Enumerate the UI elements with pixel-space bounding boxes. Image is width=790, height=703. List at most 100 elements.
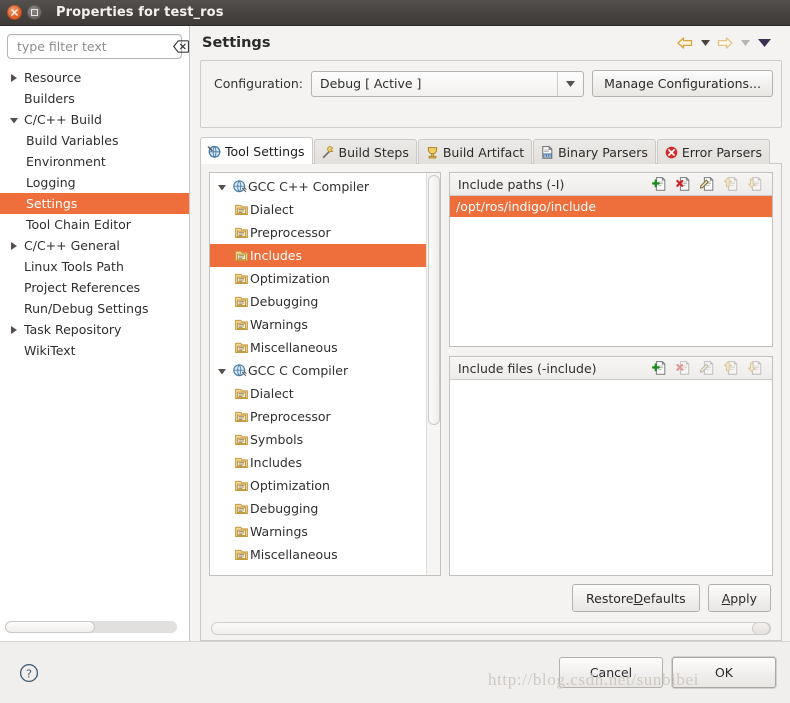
chevron-right-icon[interactable]: [4, 73, 24, 83]
tool-tree-item-optimization[interactable]: Optimization: [210, 267, 426, 290]
search-input[interactable]: [17, 39, 173, 54]
sidebar-item-linux-tools-path[interactable]: Linux Tools Path: [0, 256, 189, 277]
option-folder-icon: [232, 547, 250, 562]
help-icon[interactable]: ?: [18, 662, 40, 684]
tool-tree-item-gcc-c-compiler[interactable]: GCC C Compiler: [210, 359, 426, 382]
view-menu-icon[interactable]: [754, 32, 774, 54]
restore-defaults-button[interactable]: Restore Defaults: [572, 584, 700, 612]
sidebar-item-project-references[interactable]: Project References: [0, 277, 189, 298]
tool-tree-item-label: GCC C++ Compiler: [248, 179, 370, 194]
tool-tree-item-symbols[interactable]: Symbols: [210, 428, 426, 451]
clear-text-icon[interactable]: [173, 40, 190, 53]
window-title: Properties for test_ros: [56, 5, 224, 20]
close-icon[interactable]: [7, 5, 22, 20]
tool-settings-columns: GCC C++ Compiler Dialect Preprocessor Inclu…: [209, 172, 773, 576]
tool-tree-item-includes[interactable]: Includes: [210, 451, 426, 474]
cancel-button[interactable]: Cancel: [559, 657, 663, 688]
sidebar-item-label: C/C++ General: [24, 238, 120, 253]
option-folder-icon: [232, 271, 250, 286]
tool-tree-item-label: Debugging: [250, 501, 319, 516]
filter-box[interactable]: [7, 34, 190, 59]
tool-tree-item-warnings[interactable]: Warnings: [210, 520, 426, 543]
include-paths-list[interactable]: /opt/ros/indigo/include: [450, 196, 772, 346]
sidebar-item-label: Builders: [24, 91, 75, 106]
configuration-row: Configuration: Debug [ Active ] Manage C…: [201, 70, 781, 97]
forward-history-chevron-down-icon[interactable]: [738, 32, 752, 54]
sidebar-item-resource[interactable]: Resource: [0, 67, 189, 88]
sidebar-item-builders[interactable]: Builders: [0, 88, 189, 109]
tool-tree-item-dialect[interactable]: Dialect: [210, 382, 426, 405]
back-arrow-icon[interactable]: [674, 32, 696, 54]
tool-tree-vertical-scrollbar[interactable]: [426, 173, 440, 575]
ok-button[interactable]: OK: [672, 657, 776, 688]
navigation-horizontal-scrollbar[interactable]: [5, 621, 177, 633]
tab-error-parsers[interactable]: Error Parsers: [656, 139, 770, 164]
sidebar-item-run-debug-settings[interactable]: Run/Debug Settings: [0, 298, 189, 319]
chevron-right-icon[interactable]: [4, 325, 24, 335]
properties-dialog: Properties for test_ros Resource Builders…: [0, 0, 790, 703]
sidebar-item-logging[interactable]: Logging: [0, 172, 189, 193]
svg-text:?: ?: [26, 667, 32, 680]
tool-tree-item-preprocessor[interactable]: Preprocessor: [210, 221, 426, 244]
scrollbar-thumb[interactable]: [428, 175, 440, 425]
sidebar-item-environment[interactable]: Environment: [0, 151, 189, 172]
sidebar-item-label: Tool Chain Editor: [26, 217, 131, 232]
settings-tree[interactable]: Resource Builders C/C++ Build Build Variabl…: [0, 65, 189, 641]
tool-tree-item-miscellaneous[interactable]: Miscellaneous: [210, 543, 426, 566]
tab-tool-settings[interactable]: Tool Settings: [200, 137, 313, 164]
forward-arrow-icon[interactable]: [714, 32, 736, 54]
sidebar-item-settings[interactable]: Settings: [0, 193, 189, 214]
tab-binary-parsers[interactable]: 010 Binary Parsers: [533, 139, 656, 164]
tool-tree-item-dialect[interactable]: Dialect: [210, 198, 426, 221]
tool-tree-item-debugging[interactable]: Debugging: [210, 497, 426, 520]
tool-tree-item-miscellaneous[interactable]: Miscellaneous: [210, 336, 426, 359]
list-item[interactable]: /opt/ros/indigo/include: [450, 196, 772, 217]
sidebar-item-tool-chain-editor[interactable]: Tool Chain Editor: [0, 214, 189, 235]
edit-icon[interactable]: [700, 176, 717, 193]
sidebar-item-c-c-build[interactable]: C/C++ Build: [0, 109, 189, 130]
error-parsers-icon: [664, 145, 679, 160]
tool-tree-item-optimization[interactable]: Optimization: [210, 474, 426, 497]
tool-tree-item-gcc-c++-compiler[interactable]: GCC C++ Compiler: [210, 175, 426, 198]
manage-configurations-button[interactable]: Manage Configurations...: [592, 70, 773, 97]
option-folder-icon: [232, 501, 250, 516]
scrollbar-thumb[interactable]: [752, 621, 770, 635]
build-artifact-icon: [425, 145, 440, 160]
tool-tree-item-preprocessor[interactable]: Preprocessor: [210, 405, 426, 428]
configuration-group: Configuration: Debug [ Active ] Manage C…: [200, 60, 782, 128]
include-paths-toolbar: [652, 176, 768, 193]
delete-icon[interactable]: [676, 176, 693, 193]
chevron-down-icon[interactable]: [4, 115, 24, 125]
sidebar-item-build-variables[interactable]: Build Variables: [0, 130, 189, 151]
tool-tree-item-includes[interactable]: Includes: [210, 244, 426, 267]
chevron-down-icon[interactable]: [214, 366, 230, 376]
tool-settings-icon: [207, 144, 222, 159]
maximize-icon[interactable]: [27, 5, 42, 20]
chevron-down-icon[interactable]: [214, 182, 230, 192]
add-icon[interactable]: [652, 360, 669, 377]
apply-button[interactable]: Apply: [707, 584, 771, 612]
tool-tree-item-label: Debugging: [250, 294, 319, 309]
page-navigation: [674, 32, 780, 54]
page-content: Configuration: Debug [ Active ] Manage C…: [200, 60, 782, 641]
sidebar-item-label: Resource: [24, 70, 82, 85]
back-history-chevron-down-icon[interactable]: [698, 32, 712, 54]
configuration-select[interactable]: Debug [ Active ]: [310, 70, 585, 97]
sidebar-item-c-c-general[interactable]: C/C++ General: [0, 235, 189, 256]
include-files-list[interactable]: [450, 380, 772, 575]
tool-tree-item-label: Symbols: [250, 432, 304, 447]
tab-build-steps[interactable]: Build Steps: [313, 139, 417, 164]
tool-tree-item-warnings[interactable]: Warnings: [210, 313, 426, 336]
scrollbar-thumb[interactable]: [5, 621, 95, 633]
sidebar-item-task-repository[interactable]: Task Repository: [0, 319, 189, 340]
panel-horizontal-scrollbar[interactable]: [211, 621, 771, 635]
chevron-right-icon[interactable]: [4, 241, 24, 251]
tool-tree[interactable]: GCC C++ Compiler Dialect Preprocessor Inclu…: [210, 173, 426, 575]
sidebar-item-wikitext[interactable]: WikiText: [0, 340, 189, 361]
tab-build-artifact[interactable]: Build Artifact: [417, 139, 533, 164]
tool-tree-item-debugging[interactable]: Debugging: [210, 290, 426, 313]
tool-tree-item-label: Miscellaneous: [250, 547, 338, 562]
settings-tabs[interactable]: Tool Settings Build Steps Build Artifact 01…: [200, 137, 782, 164]
add-icon[interactable]: [652, 176, 669, 193]
chevron-down-icon[interactable]: [557, 71, 583, 96]
